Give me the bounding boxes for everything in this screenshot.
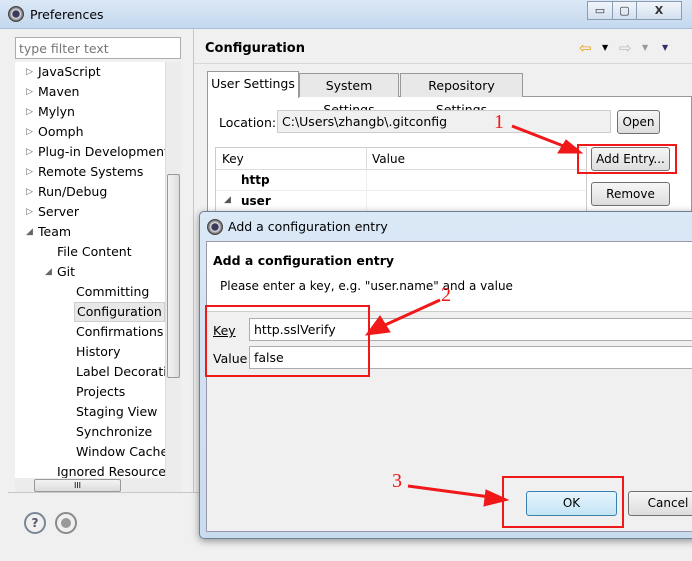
arrow-3-shaft (407, 484, 491, 499)
arrow-1-head (557, 139, 584, 154)
tab-user-settings[interactable]: User Settings (207, 71, 299, 98)
arrow-2-head (364, 315, 391, 336)
arrow-2-shaft (384, 298, 441, 327)
arrow-3-head (483, 489, 510, 507)
annotation-arrows (364, 124, 584, 507)
arrow-1-shaft (511, 124, 567, 149)
